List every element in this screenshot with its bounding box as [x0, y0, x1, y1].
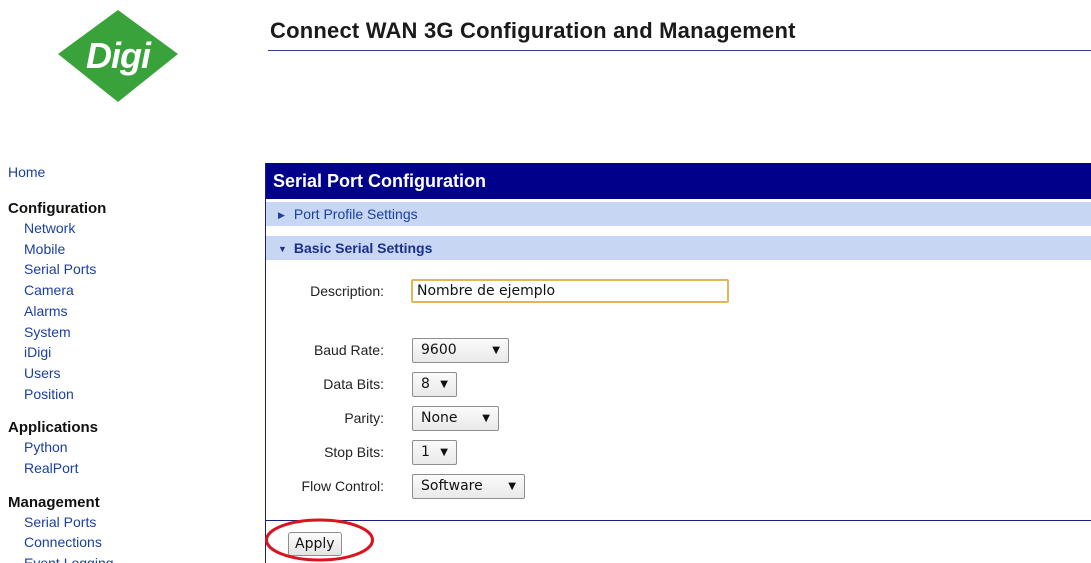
- nav-item-python[interactable]: Python: [8, 437, 248, 458]
- flow-control-value: Software: [421, 478, 483, 494]
- dropdown-arrow-icon: ▼: [440, 379, 448, 390]
- nav-item-camera[interactable]: Camera: [8, 280, 248, 301]
- parity-select[interactable]: None ▼: [412, 406, 499, 431]
- dropdown-arrow-icon: ▼: [508, 481, 516, 492]
- nav-item-connections[interactable]: Connections: [8, 532, 248, 553]
- sidebar-nav: Home Configuration Network Mobile Serial…: [8, 163, 248, 563]
- section-label: Port Profile Settings: [293, 206, 418, 222]
- flow-control-label: Flow Control:: [301, 478, 384, 494]
- form-row-flow-control: Flow Control: Software ▼: [266, 474, 1091, 502]
- dropdown-arrow-icon: ▼: [492, 345, 500, 356]
- dropdown-arrow-icon: ▼: [440, 447, 448, 458]
- nav-item-mobile[interactable]: Mobile: [8, 239, 248, 260]
- section-basic-serial-settings[interactable]: ▼ Basic Serial Settings: [266, 236, 1091, 260]
- nav-home-link[interactable]: Home: [8, 163, 248, 182]
- section-label: Basic Serial Settings: [293, 240, 433, 256]
- nav-item-users[interactable]: Users: [8, 363, 248, 384]
- description-input[interactable]: [411, 279, 729, 303]
- stop-bits-select[interactable]: 1 ▼: [412, 440, 457, 465]
- section-port-profile-settings[interactable]: ▶ Port Profile Settings: [266, 202, 1091, 226]
- nav-section-configuration: Configuration Network Mobile Serial Port…: [8, 199, 248, 404]
- triangle-down-icon: ▼: [278, 244, 287, 254]
- nav-item-alarms[interactable]: Alarms: [8, 301, 248, 322]
- page: Digi Connect WAN 3G Configuration and Ma…: [0, 0, 1091, 563]
- stop-bits-value: 1: [421, 444, 430, 460]
- nav-heading-configuration: Configuration: [8, 200, 107, 217]
- header-divider: [268, 50, 1091, 51]
- form-row-baud-rate: Baud Rate: 9600 ▼: [266, 338, 1091, 366]
- nav-section-management: Management Serial Ports Connections Even…: [8, 493, 248, 563]
- nav-section-applications: Applications Python RealPort: [8, 418, 248, 478]
- nav-item-position[interactable]: Position: [8, 384, 248, 405]
- sidebar-clip: Home Configuration Network Mobile Serial…: [0, 0, 262, 563]
- triangle-right-icon: ▶: [278, 210, 285, 220]
- baud-rate-value: 9600: [421, 342, 457, 358]
- panel-title: Serial Port Configuration: [266, 163, 1091, 199]
- form-row-stop-bits: Stop Bits: 1 ▼: [266, 440, 1091, 468]
- nav-item-mgmt-serial-ports[interactable]: Serial Ports: [8, 512, 248, 533]
- parity-label: Parity:: [344, 410, 384, 426]
- baud-rate-label: Baud Rate:: [313, 342, 384, 358]
- data-bits-value: 8: [421, 376, 430, 392]
- stop-bits-label: Stop Bits:: [324, 444, 384, 460]
- nav-item-idigi[interactable]: iDigi: [8, 342, 248, 363]
- baud-rate-select[interactable]: 9600 ▼: [412, 338, 509, 363]
- data-bits-label: Data Bits:: [323, 376, 384, 392]
- form-row-parity: Parity: None ▼: [266, 406, 1091, 434]
- serial-port-panel: Serial Port Configuration ▶ Port Profile…: [265, 163, 1091, 563]
- page-title: Connect WAN 3G Configuration and Managem…: [270, 18, 796, 43]
- form-row-data-bits: Data Bits: 8 ▼: [266, 372, 1091, 400]
- flow-control-select[interactable]: Software ▼: [412, 474, 525, 499]
- data-bits-select[interactable]: 8 ▼: [412, 372, 457, 397]
- nav-heading-applications: Applications: [8, 419, 99, 437]
- form-row-description: Description:: [266, 279, 1091, 307]
- nav-heading-management: Management: [8, 493, 100, 511]
- nav-item-network[interactable]: Network: [8, 218, 248, 239]
- nav-item-serial-ports[interactable]: Serial Ports: [8, 259, 248, 280]
- description-label: Description:: [310, 283, 384, 299]
- nav-item-realport[interactable]: RealPort: [8, 458, 248, 479]
- nav-item-system[interactable]: System: [8, 322, 248, 343]
- parity-value: None: [421, 410, 458, 426]
- dropdown-arrow-icon: ▼: [482, 413, 490, 424]
- nav-item-event-logging[interactable]: Event Logging: [8, 553, 248, 563]
- form-divider: [266, 520, 1091, 521]
- apply-button[interactable]: Apply: [288, 532, 342, 556]
